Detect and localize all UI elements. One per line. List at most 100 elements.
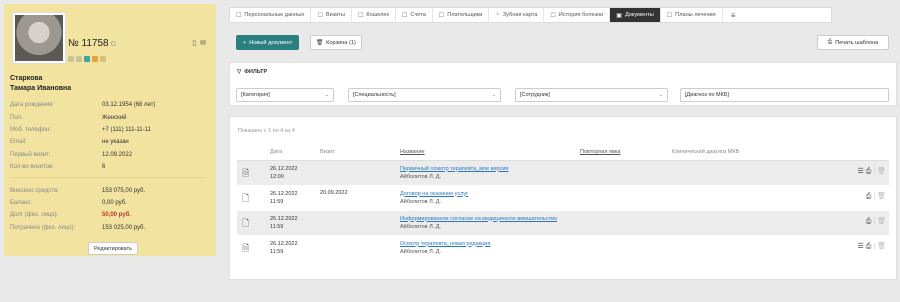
row-visit <box>317 235 397 261</box>
tab-documents[interactable]: ▣ Документы <box>610 8 661 22</box>
document-icon: 🗋 <box>237 185 267 211</box>
trash-button[interactable]: 🗑 Корзина (1) <box>310 35 362 50</box>
print-icon[interactable]: ⎙ <box>866 193 872 200</box>
table-row[interactable]: 🗋 26.12.2022 11:59 20.09.2022 Договор на … <box>237 185 889 211</box>
row-name: Осмотр терапевта_новая редакция Айболитов… <box>397 235 845 261</box>
plus-icon: + <box>243 39 247 46</box>
patient-given-name: Тамара Ивановна <box>10 85 72 92</box>
tab-wallet[interactable]: ☐ Кошелек <box>352 8 396 22</box>
status-dot[interactable] <box>100 56 106 62</box>
date-text: 26.12.2022 <box>270 190 298 197</box>
row-actions: ⎙ | 🗑 <box>845 210 889 236</box>
col-visit[interactable]: Визит <box>317 144 397 161</box>
field-balance: Баланс: 0,00 руб. <box>10 197 210 209</box>
divider: | <box>873 192 876 200</box>
tab-treatment-plans[interactable]: ☐ Планы лечения <box>661 8 723 22</box>
tab-personal-data[interactable]: ☐ Персональные данные <box>230 8 312 22</box>
avatar <box>15 15 63 61</box>
chevron-down-icon: ⌄ <box>491 92 496 98</box>
tab-visits[interactable]: ☐ Визиты <box>311 8 352 22</box>
divider <box>10 177 206 179</box>
delete-icon[interactable]: 🗑 <box>877 243 886 250</box>
tab-medical-history[interactable]: ☐ История болезни <box>544 8 611 22</box>
document-icon: ▣ <box>616 12 622 19</box>
document-link[interactable]: Договор на оказание услуг <box>400 191 468 197</box>
tab-label: Плательщики <box>447 12 483 18</box>
print-icon[interactable]: ⎙ <box>866 168 872 175</box>
field-value: не указан <box>102 139 129 146</box>
chevron-down-icon: ⌄ <box>658 92 663 98</box>
field-value: 50,00 руб. <box>102 212 131 219</box>
col-diagnosis[interactable]: Клинический диагноз МКБ <box>669 144 845 161</box>
phone-icon[interactable]: ▯ <box>192 39 196 47</box>
specialty-value: [Специальность] <box>353 92 396 98</box>
field-label: Первый визит: <box>10 151 51 158</box>
employee-select[interactable]: [Сотрудник] ⌄ <box>515 88 668 102</box>
print-icon: ⎙ <box>827 39 833 45</box>
patient-photo <box>12 12 66 64</box>
wallet-icon: ☐ <box>357 12 364 19</box>
filter-panel: ▽ ФИЛЬТР [Категория] ⌄ [Специальность] ⌄ [С… <box>229 62 897 106</box>
table-row[interactable]: 🗎 26.12.2022 12:00 Первичный осмотр терап… <box>237 160 889 186</box>
divider: | <box>873 217 876 225</box>
card-icon: ☐ <box>438 12 445 19</box>
patient-surname: Старкова <box>10 75 43 82</box>
field-gender: Пол: Женский <box>10 111 210 123</box>
col-repeat[interactable]: Повторная явка <box>577 144 669 161</box>
document-link[interactable]: Осмотр терапевта_новая редакция <box>400 241 490 247</box>
field-value: 0,00 руб. <box>102 199 127 206</box>
row-date: 26.12.2022 11:59 <box>267 235 317 261</box>
document-link[interactable]: Информированное согласие на медицинское … <box>400 216 557 222</box>
date-text: 26.12.2022 <box>270 165 298 172</box>
menu-icon[interactable]: ≡ <box>723 8 744 22</box>
field-label: Дата рождения: <box>10 102 54 109</box>
filter-icon: ▽ <box>237 69 242 75</box>
delete-icon[interactable]: 🗑 <box>877 168 886 175</box>
tab-payers[interactable]: ☐ Плательщики <box>433 8 490 22</box>
delete-icon[interactable]: 🗑 <box>877 218 886 225</box>
tab-label: Счета <box>410 12 426 18</box>
field-birthdate: Дата рождения: 03.12.1954 (68 лет) <box>10 99 210 111</box>
print-icon[interactable]: ⎙ <box>866 243 872 250</box>
field-value: +7 (111) 111-11-11 <box>102 126 151 133</box>
new-document-button[interactable]: + Новый документ <box>236 35 300 50</box>
status-dot[interactable] <box>68 56 74 62</box>
row-name: Первичный осмотр терапевта_мое версия Айб… <box>397 160 845 186</box>
status-dot[interactable] <box>84 56 90 62</box>
tab-label: Документы <box>624 12 654 18</box>
delete-icon[interactable]: 🗑 <box>877 193 886 200</box>
table-row[interactable]: 🗎 26.12.2022 11:59 Осмотр терапевта_новая… <box>237 235 889 261</box>
patient-number: № 11758 G <box>68 38 116 49</box>
col-name[interactable]: Название <box>397 144 577 161</box>
field-value: 03.12.1954 (68 лет) <box>102 102 156 109</box>
document-link[interactable]: Первичный осмотр терапевта_мое версия <box>400 166 508 172</box>
document-icon: 🗎 <box>237 160 267 186</box>
tab-invoices[interactable]: ☐ Счета <box>396 8 433 22</box>
print-icon[interactable]: ⎙ <box>866 218 872 225</box>
list-icon[interactable]: ☰ <box>858 243 864 250</box>
trash-label: Корзина (1) <box>326 39 356 46</box>
edit-button[interactable]: Редактировать <box>88 242 138 255</box>
mail-icon[interactable]: ✉ <box>200 39 206 47</box>
patient-number-suffix: G <box>110 41 117 48</box>
diagnosis-input[interactable]: [Диагноз по МКБ] <box>680 88 889 102</box>
status-dot[interactable] <box>76 56 82 62</box>
status-dot[interactable] <box>92 56 98 62</box>
author: Айболитов Л. Д. <box>400 173 441 180</box>
row-name: Информированное согласие на медицинское … <box>397 210 845 236</box>
col-date[interactable]: Дата <box>267 144 317 161</box>
tab-dental-chart[interactable]: ♆ Зубная карта <box>489 8 545 22</box>
table-header: Дата Визит Название Повторная явка Клини… <box>237 144 889 161</box>
specialty-select[interactable]: [Специальность] ⌄ <box>348 88 501 102</box>
table-row[interactable]: 🗋 26.12.2022 11:59 Информированное соглас… <box>237 210 889 236</box>
patient-name: Старкова Тамара Ивановна <box>10 74 71 94</box>
trash-icon: 🗑 <box>316 39 324 46</box>
category-select[interactable]: [Категория] ⌄ <box>236 88 334 102</box>
print-template-button[interactable]: ⎙ Печать шаблона <box>817 35 889 50</box>
field-label: Внесено средств: <box>10 187 59 194</box>
list-icon[interactable]: ☰ <box>858 168 864 175</box>
row-date: 26.12.2022 11:59 <box>267 185 317 211</box>
author: Айболитов Л. Д. <box>400 248 441 255</box>
field-value: Женский <box>102 114 127 121</box>
tab-bar: ☐ Персональные данные ☐ Визиты ☐ Кошелек ☐ С… <box>229 7 832 23</box>
